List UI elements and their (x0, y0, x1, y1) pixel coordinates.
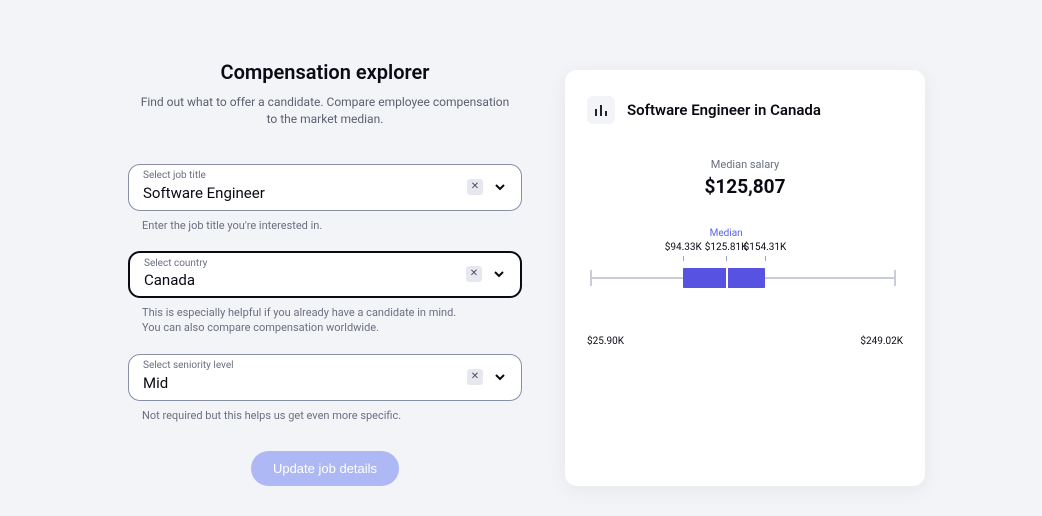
result-title: Software Engineer in Canada (627, 101, 821, 119)
seniority-select[interactable]: Select seniority level Mid ✕ (128, 354, 522, 401)
chevron-down-icon (492, 267, 506, 281)
bar-chart-icon (587, 96, 615, 124)
job-title-label: Select job title (143, 170, 206, 181)
job-title-select[interactable]: Select job title Software Engineer ✕ (128, 164, 522, 211)
seniority-clear-button[interactable]: ✕ (467, 369, 483, 385)
chevron-down-icon (493, 180, 507, 194)
country-helper: This is especially helpful if you alread… (142, 305, 522, 336)
update-job-details-button[interactable]: Update job details (251, 451, 399, 486)
seniority-label: Select seniority level (143, 360, 234, 371)
chevron-down-icon (493, 370, 507, 384)
country-select[interactable]: Select country Canada ✕ (128, 251, 522, 298)
median-label: $125.81K (705, 242, 748, 253)
seniority-helper: Not required but this helps us get even … (142, 408, 522, 423)
job-title-clear-button[interactable]: ✕ (467, 179, 483, 195)
max-label: $249.02K (860, 336, 903, 347)
job-title-helper: Enter the job title you're interested in… (142, 218, 522, 233)
median-salary-value: $125,807 (587, 175, 903, 198)
boxplot-iqr-box (683, 268, 765, 288)
page-title: Compensation explorer (221, 60, 430, 84)
median-name-label: Median (710, 228, 743, 239)
min-label: $25.90K (587, 336, 624, 347)
q1-label: $94.33K (665, 242, 702, 253)
salary-boxplot: $94.33K$125.81K$154.31KMedian$25.90K$249… (587, 242, 903, 332)
country-clear-button[interactable]: ✕ (466, 266, 482, 282)
result-card: Software Engineer in Canada Median salar… (565, 70, 925, 486)
country-label: Select country (144, 258, 207, 269)
median-salary-label: Median salary (587, 158, 903, 171)
q3-label: $154.31K (744, 242, 787, 253)
page-subtitle: Find out what to offer a candidate. Comp… (140, 94, 510, 128)
